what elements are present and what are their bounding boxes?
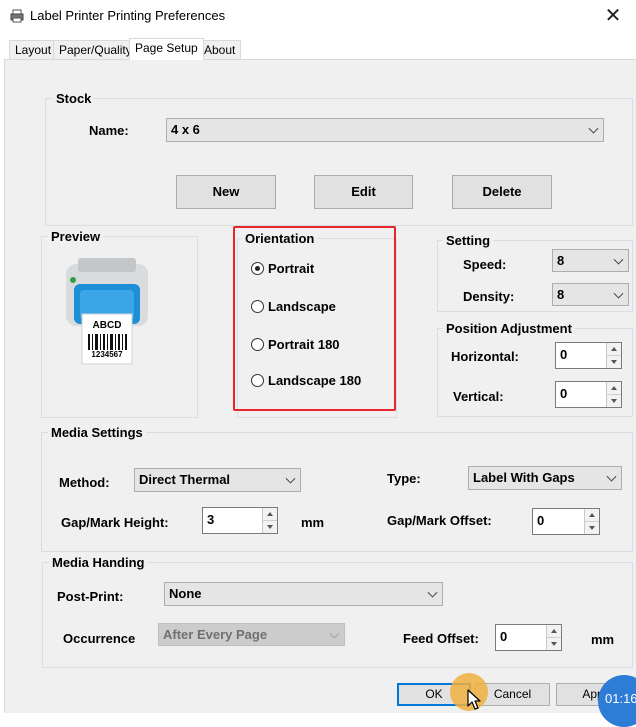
gap-mark-height-unit: mm [301, 515, 325, 530]
spin-up-icon[interactable] [585, 509, 599, 522]
horizontal-label: Horizontal: [451, 349, 519, 364]
gap-mark-offset-stepper[interactable]: 0 [532, 508, 600, 535]
stock-name-label: Name: [89, 123, 129, 138]
spin-down-icon[interactable] [263, 520, 277, 533]
type-label: Type: [387, 471, 421, 486]
chevron-down-icon [329, 628, 340, 639]
density-dropdown[interactable]: 8 [552, 283, 629, 306]
feed-offset-value: 0 [500, 629, 508, 644]
vertical-stepper[interactable]: 0 [555, 381, 622, 408]
radio-unchecked-icon [251, 300, 264, 313]
spin-down-icon[interactable] [607, 355, 621, 368]
spin-up-icon[interactable] [547, 625, 561, 638]
preview-label-text: ABCD [92, 320, 122, 331]
media-handing-title: Media Handing [49, 555, 148, 570]
post-print-label: Post-Print: [57, 589, 124, 604]
window-title: Label Printer Printing Preferences [30, 8, 226, 23]
chevron-down-icon [613, 254, 624, 265]
edit-button[interactable]: Edit [314, 175, 413, 209]
chevron-down-icon [588, 123, 599, 134]
chevron-down-icon [613, 288, 624, 299]
method-label: Method: [59, 475, 110, 490]
media-handing-group [42, 562, 633, 668]
horizontal-stepper[interactable]: 0 [555, 342, 622, 369]
method-value: Direct Thermal [139, 472, 231, 487]
preview-group-title: Preview [48, 229, 104, 244]
tab-about[interactable]: About [198, 40, 242, 60]
density-label: Density: [463, 289, 515, 304]
method-dropdown[interactable]: Direct Thermal [134, 468, 301, 492]
gap-mark-offset-label: Gap/Mark Offset: [387, 513, 492, 528]
time-overlay-badge: 01:16 [598, 675, 636, 727]
position-adjustment-title: Position Adjustment [443, 321, 575, 336]
occurrence-label: Occurrence [63, 631, 136, 646]
stock-group-title: Stock [53, 91, 95, 106]
chevron-down-icon [285, 473, 296, 484]
spin-up-icon[interactable] [607, 382, 621, 395]
density-value: 8 [557, 287, 565, 302]
occurrence-dropdown[interactable]: After Every Page [158, 623, 345, 646]
radio-unchecked-icon [251, 338, 264, 351]
post-print-dropdown[interactable]: None [164, 582, 443, 606]
portrait-radio-label: Portrait [268, 261, 315, 276]
portrait-radio[interactable]: Portrait [251, 261, 314, 276]
title-bar: Label Printer Printing Preferences ✕ [0, 0, 636, 33]
close-icon[interactable]: ✕ [598, 2, 628, 30]
type-value: Label With Gaps [473, 470, 575, 485]
gap-mark-height-stepper[interactable]: 3 [202, 507, 278, 534]
landscape-180-radio-label: Landscape 180 [268, 373, 362, 388]
post-print-value: None [169, 586, 202, 601]
tab-paper-quality[interactable]: Paper/Quality [53, 40, 138, 60]
tab-strip: Layout Paper/Quality Page Setup About [0, 38, 636, 60]
landscape-radio[interactable]: Landscape [251, 299, 336, 314]
spin-up-icon[interactable] [607, 343, 621, 356]
horizontal-value: 0 [560, 347, 568, 362]
spin-down-icon[interactable] [547, 637, 561, 650]
setting-group-title: Setting [443, 233, 494, 248]
gap-mark-offset-value: 0 [537, 513, 545, 528]
chevron-down-icon [606, 471, 617, 482]
gap-mark-height-value: 3 [207, 512, 215, 527]
landscape-radio-label: Landscape [268, 299, 336, 314]
spin-up-icon[interactable] [263, 508, 277, 521]
tab-page-setup[interactable]: Page Setup [129, 38, 204, 60]
preview-label-number: 1234567 [91, 350, 123, 359]
radio-checked-icon [251, 262, 264, 275]
speed-value: 8 [557, 253, 565, 268]
feed-offset-label: Feed Offset: [403, 631, 479, 646]
media-settings-title: Media Settings [48, 425, 146, 440]
spin-down-icon[interactable] [585, 521, 599, 534]
new-button[interactable]: New [176, 175, 276, 209]
printer-icon [10, 9, 24, 23]
portrait-180-radio-label: Portrait 180 [268, 337, 340, 352]
stock-name-value: 4 x 6 [171, 122, 200, 137]
landscape-180-radio[interactable]: Landscape 180 [251, 373, 361, 388]
gap-mark-height-label: Gap/Mark Height: [61, 515, 169, 530]
speed-label: Speed: [463, 257, 507, 272]
feed-offset-unit: mm [591, 632, 615, 647]
vertical-label: Vertical: [453, 389, 504, 404]
tab-layout[interactable]: Layout [9, 40, 58, 60]
occurrence-value: After Every Page [163, 627, 268, 642]
label-printer-icon: ABCD 1234567 [62, 258, 152, 366]
speed-dropdown[interactable]: 8 [552, 249, 629, 272]
type-dropdown[interactable]: Label With Gaps [468, 466, 622, 490]
vertical-value: 0 [560, 386, 568, 401]
radio-unchecked-icon [251, 374, 264, 387]
chevron-down-icon [427, 587, 438, 598]
delete-button[interactable]: Delete [452, 175, 552, 209]
feed-offset-stepper[interactable]: 0 [495, 624, 562, 651]
mouse-pointer-icon [467, 689, 481, 710]
spin-down-icon[interactable] [607, 394, 621, 407]
stock-name-dropdown[interactable]: 4 x 6 [166, 118, 604, 142]
portrait-180-radio[interactable]: Portrait 180 [251, 337, 340, 352]
